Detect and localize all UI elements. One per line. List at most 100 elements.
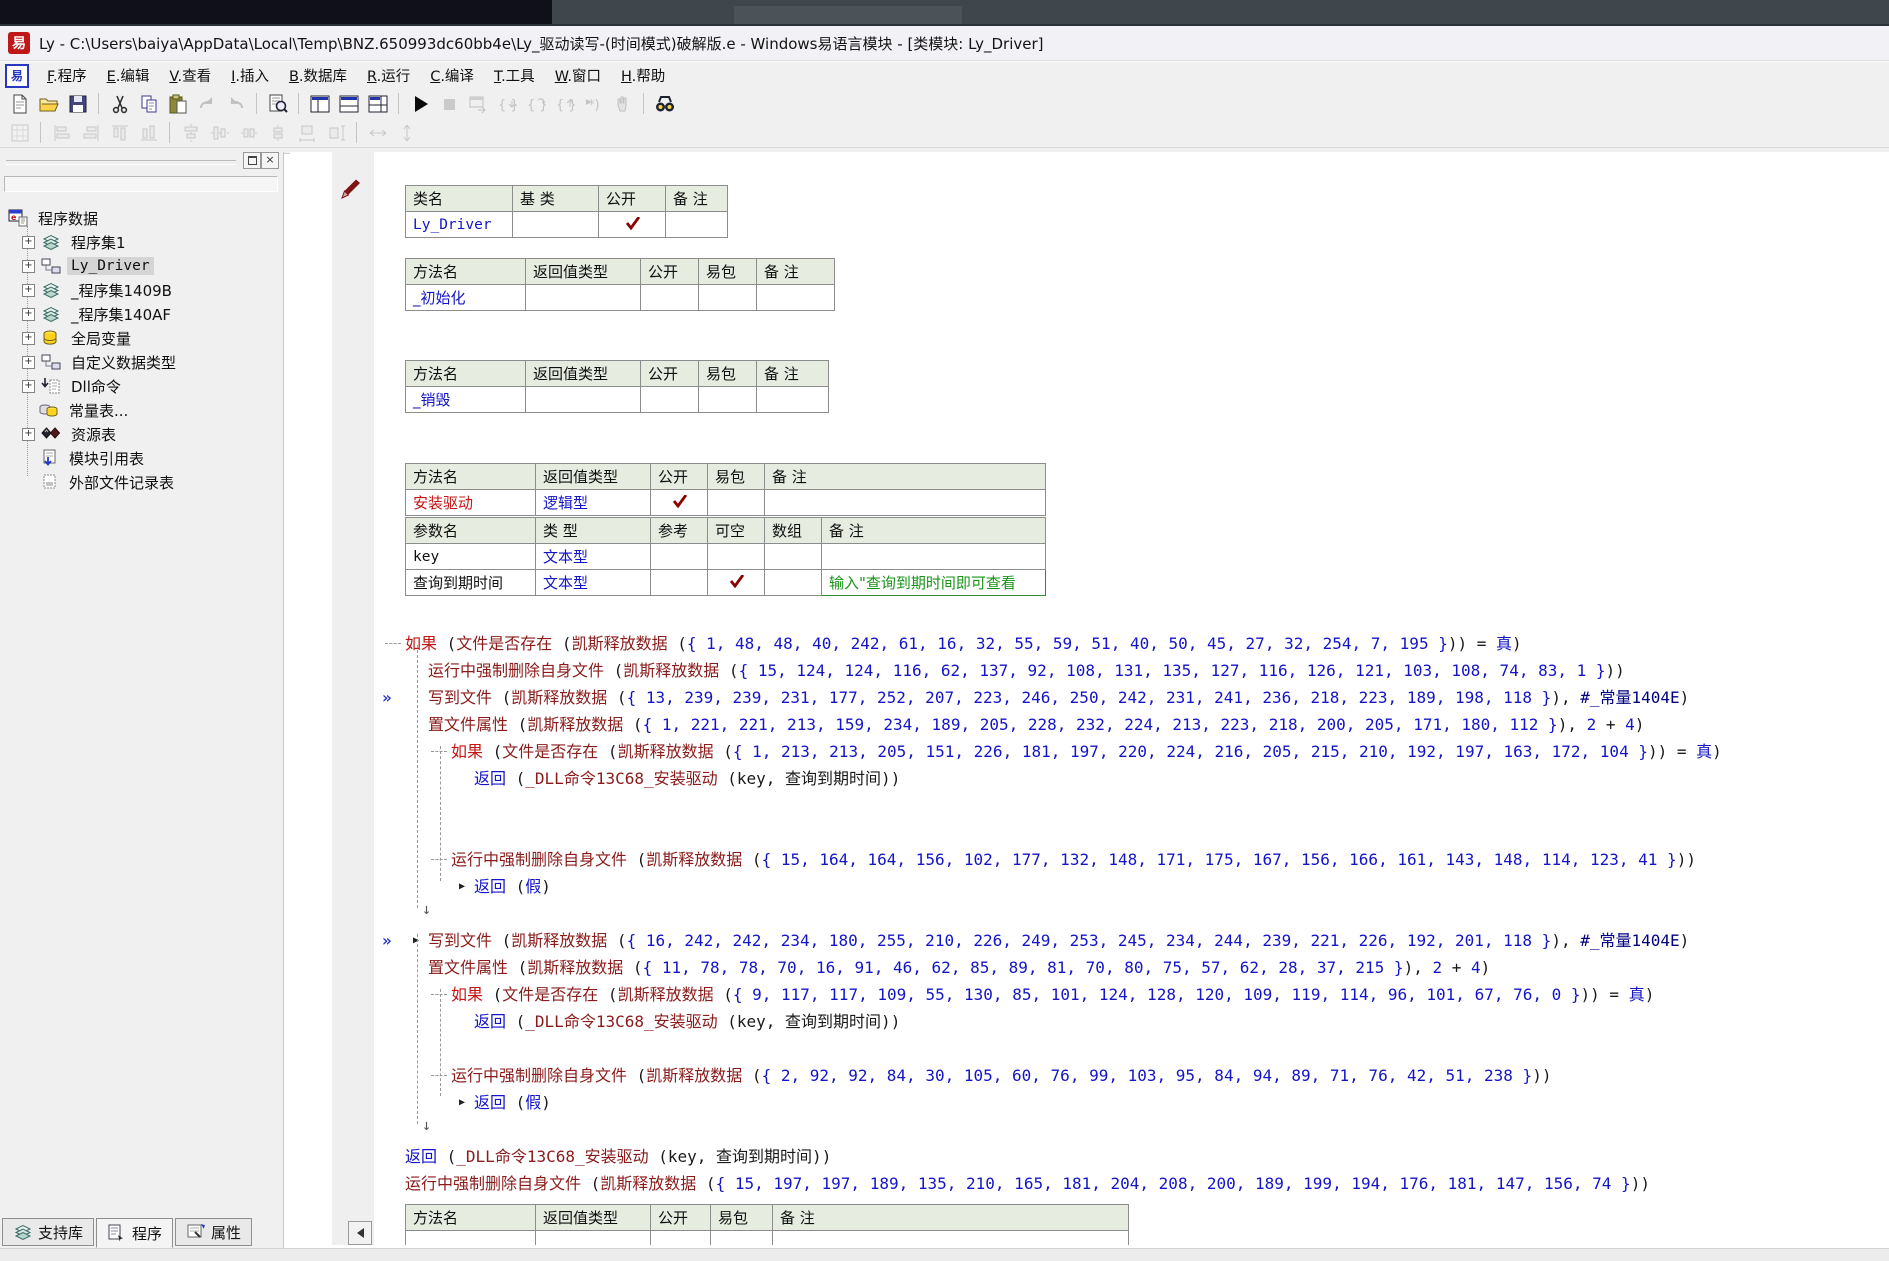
bottom-name-cell[interactable] bbox=[406, 1231, 536, 1246]
align-right-button[interactable] bbox=[76, 119, 105, 147]
code-line[interactable]: 运行中强制删除自身文件 (凯斯释放数据 ({ 15, 197, 197, 189… bbox=[290, 1170, 1889, 1197]
preview-search-button[interactable] bbox=[263, 90, 292, 118]
center-horizontal-button[interactable] bbox=[176, 119, 205, 147]
expand-icon[interactable]: + bbox=[22, 308, 35, 321]
debug-restart-button[interactable] bbox=[463, 90, 492, 118]
panel-float-button[interactable] bbox=[243, 152, 261, 169]
init-public-cell[interactable] bbox=[641, 285, 699, 311]
init-pack-cell[interactable] bbox=[699, 285, 757, 311]
menu-r[interactable]: R.运行 bbox=[357, 62, 420, 89]
save-button[interactable] bbox=[63, 90, 92, 118]
stop-button[interactable] bbox=[434, 90, 463, 118]
code-line[interactable]: 返回 (_DLL命令13C68_安装驱动 (key, 查询到期时间)) bbox=[290, 765, 1889, 792]
code-line[interactable]: 运行中强制删除自身文件 (凯斯释放数据 ({ 2, 92, 92, 84, 30… bbox=[290, 1062, 1889, 1089]
param-name-cell[interactable]: key bbox=[406, 544, 536, 570]
align-top-button[interactable] bbox=[105, 119, 134, 147]
code-line[interactable]: 置文件属性 (凯斯释放数据 ({ 11, 78, 78, 70, 16, 91,… bbox=[290, 954, 1889, 981]
tree-item-program-data[interactable]: e程序数据 bbox=[2, 206, 282, 230]
code-blank-line[interactable] bbox=[290, 792, 1889, 819]
code-line[interactable]: 运行中强制删除自身文件 (凯斯释放数据 ({ 15, 124, 124, 116… bbox=[290, 657, 1889, 684]
step-out-button[interactable]: { } bbox=[550, 90, 579, 118]
code-line[interactable]: »写到文件 (凯斯释放数据 ({ 13, 239, 239, 231, 177,… bbox=[290, 684, 1889, 711]
new-file-button[interactable] bbox=[5, 90, 34, 118]
expand-icon[interactable]: + bbox=[22, 380, 35, 393]
code-line[interactable]: 返回 (_DLL命令13C68_安装驱动 (key, 查询到期时间)) bbox=[290, 1008, 1889, 1035]
init-ret-cell[interactable] bbox=[526, 285, 641, 311]
tree-item-assembly-1[interactable]: +程序集1 bbox=[2, 230, 282, 254]
code-line[interactable]: 如果 (文件是否存在 (凯斯释放数据 ({ 1, 213, 213, 205, … bbox=[290, 738, 1889, 765]
bottom-remark-cell[interactable] bbox=[773, 1231, 1129, 1246]
expand-icon[interactable]: + bbox=[22, 236, 35, 249]
code-blank-line[interactable] bbox=[290, 819, 1889, 846]
param-ref-cell[interactable] bbox=[651, 544, 708, 570]
destroy-method-name-cell[interactable]: _销毁 bbox=[406, 387, 526, 413]
tab-support-lib[interactable]: 支持库 bbox=[2, 1218, 94, 1246]
menu-f[interactable]: F.程序 bbox=[37, 62, 97, 89]
panel-drag-handle[interactable] bbox=[6, 160, 236, 165]
expand-icon[interactable]: + bbox=[22, 428, 35, 441]
fit-height-button[interactable] bbox=[392, 119, 421, 147]
menu-c[interactable]: C.编译 bbox=[420, 62, 484, 89]
class-name-cell[interactable]: Ly_Driver bbox=[406, 212, 513, 238]
param-array-cell[interactable] bbox=[765, 570, 822, 596]
menu-i[interactable]: I.插入 bbox=[221, 62, 279, 89]
code-line[interactable]: 如果 (文件是否存在 (凯斯释放数据 ({ 1, 48, 48, 40, 242… bbox=[290, 630, 1889, 657]
paste-button[interactable] bbox=[163, 90, 192, 118]
expand-icon[interactable]: + bbox=[22, 332, 35, 345]
menu-t[interactable]: T.工具 bbox=[484, 62, 545, 89]
undo-button[interactable] bbox=[221, 90, 250, 118]
menu-e[interactable]: E.编辑 bbox=[97, 62, 160, 89]
param-ref-cell[interactable] bbox=[651, 570, 708, 596]
center-vertical-button[interactable] bbox=[205, 119, 234, 147]
bottom-ret-cell[interactable] bbox=[536, 1231, 651, 1246]
step-over-button[interactable]: { } bbox=[521, 90, 550, 118]
run-to-cursor-button[interactable]: *) bbox=[579, 90, 608, 118]
expand-icon[interactable]: + bbox=[22, 356, 35, 369]
code-blank-line[interactable] bbox=[290, 1035, 1889, 1062]
expand-icon[interactable]: + bbox=[22, 260, 35, 273]
install-public-cell[interactable] bbox=[651, 490, 708, 516]
menu-v[interactable]: V.查看 bbox=[159, 62, 221, 89]
class-remark-cell[interactable] bbox=[666, 212, 728, 238]
menu-b[interactable]: B.数据库 bbox=[279, 62, 357, 89]
install-remark-cell[interactable] bbox=[765, 490, 1046, 516]
init-remark-cell[interactable] bbox=[757, 285, 835, 311]
layout-grid-button[interactable] bbox=[363, 90, 392, 118]
fit-width-button[interactable] bbox=[363, 119, 392, 147]
destroy-ret-cell[interactable] bbox=[526, 387, 641, 413]
expand-icon[interactable]: + bbox=[22, 284, 35, 297]
code-line[interactable]: ▶返回 (假) bbox=[290, 1089, 1889, 1116]
code-blank-line[interactable]: ↓ bbox=[290, 1116, 1889, 1143]
code-line[interactable]: 运行中强制删除自身文件 (凯斯释放数据 ({ 15, 164, 164, 156… bbox=[290, 846, 1889, 873]
layout-rows-button[interactable] bbox=[334, 90, 363, 118]
same-width-button[interactable] bbox=[292, 119, 321, 147]
tree-item-dll-commands[interactable]: +Dll命令 bbox=[2, 374, 282, 398]
code-line[interactable]: ▶返回 (假) bbox=[290, 873, 1889, 900]
tree-item-custom-types[interactable]: +自定义数据类型 bbox=[2, 350, 282, 374]
menu-h[interactable]: H.帮助 bbox=[611, 62, 675, 89]
run-button[interactable] bbox=[405, 90, 434, 118]
pause-button[interactable] bbox=[608, 90, 637, 118]
param-name-cell[interactable]: 查询到期时间 bbox=[406, 570, 536, 596]
destroy-public-cell[interactable] bbox=[641, 387, 699, 413]
tab-program[interactable]: 程序 bbox=[96, 1218, 173, 1248]
param-nullable-cell[interactable] bbox=[708, 570, 765, 596]
param-nullable-cell[interactable] bbox=[708, 544, 765, 570]
form-designer-button[interactable] bbox=[5, 119, 34, 147]
param-remark-cell[interactable] bbox=[822, 544, 1046, 570]
tree-item-assembly-140af[interactable]: +_程序集140AF bbox=[2, 302, 282, 326]
install-pack-cell[interactable] bbox=[708, 490, 765, 516]
scroll-left-button[interactable] bbox=[348, 1221, 372, 1245]
menu-w[interactable]: W.窗口 bbox=[545, 62, 611, 89]
install-method-name-cell[interactable]: 安装驱动 bbox=[406, 490, 536, 516]
param-array-cell[interactable] bbox=[765, 544, 822, 570]
param-remark-cell[interactable]: 输入"查询到期时间即可查看 bbox=[822, 570, 1046, 596]
bottom-public-cell[interactable] bbox=[651, 1231, 711, 1246]
panel-close-button[interactable]: × bbox=[261, 152, 279, 169]
tree-item-resources-table[interactable]: +资源表 bbox=[2, 422, 282, 446]
bottom-pack-cell[interactable] bbox=[711, 1231, 773, 1246]
tab-properties[interactable]: 属性 bbox=[175, 1218, 252, 1246]
code-line[interactable]: 返回 (_DLL命令13C68_安装驱动 (key, 查询到期时间)) bbox=[290, 1143, 1889, 1170]
destroy-remark-cell[interactable] bbox=[757, 387, 829, 413]
space-across-button[interactable] bbox=[234, 119, 263, 147]
